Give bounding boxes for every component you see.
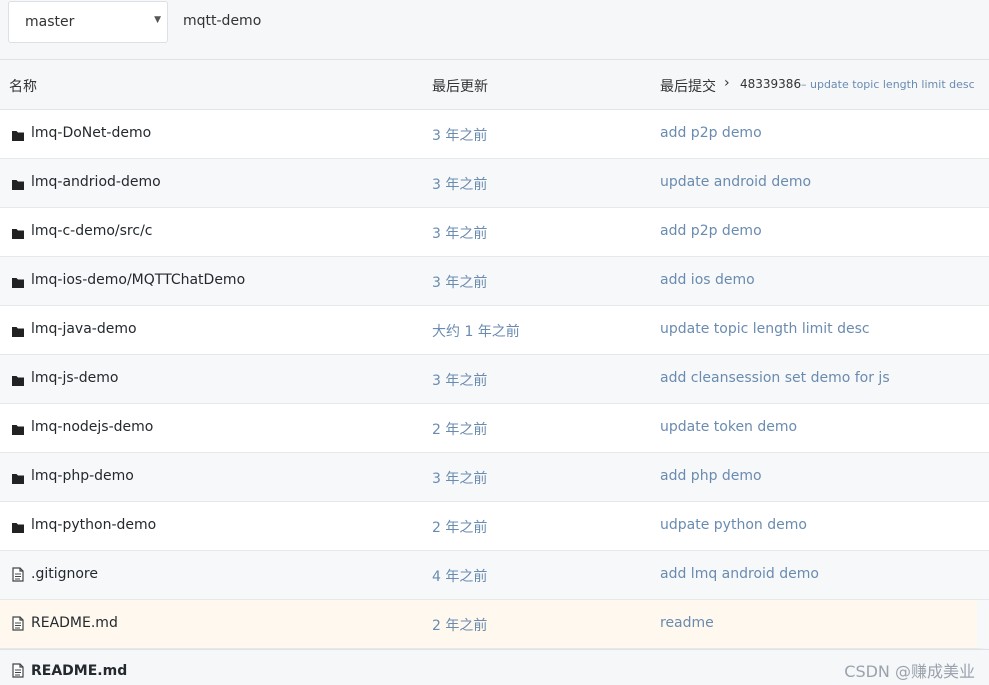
file-updated: 2 年之前 [432,618,488,634]
folder-icon [11,519,25,533]
file-updated: 3 年之前 [432,128,488,144]
file-name[interactable]: lmq-ios-demo/MQTTChatDemo [31,272,245,288]
header-commit: 最后提交 [660,79,716,95]
folder-icon [11,323,25,337]
file-name[interactable]: lmq-DoNet-demo [31,125,151,141]
table-row[interactable]: .gitignore 4 年之前 add lmq android demo [0,551,989,600]
file-updated: 3 年之前 [432,471,488,487]
file-commit-message[interactable]: update token demo [660,419,797,435]
repo-name[interactable]: mqtt-demo [183,13,261,29]
file-name[interactable]: lmq-java-demo [31,321,137,337]
file-updated: 3 年之前 [432,226,488,242]
chevron-right-icon: › [724,75,730,91]
file-updated: 3 年之前 [432,373,488,389]
table-header: 名称 最后更新 最后提交 › 48339386 – update topic l… [0,60,989,110]
file-name[interactable]: .gitignore [31,566,98,582]
file-list: lmq-DoNet-demo 3 年之前 add p2p demo lmq-an… [0,110,989,649]
file-icon [11,663,25,678]
top-bar: master ▼ mqtt-demo [0,0,989,60]
folder-icon [11,470,25,484]
file-name[interactable]: lmq-js-demo [31,370,118,386]
table-row[interactable]: lmq-nodejs-demo 2 年之前 update token demo [0,404,989,453]
table-row[interactable]: lmq-andriod-demo 3 年之前 update android de… [0,159,989,208]
file-name[interactable]: lmq-c-demo/src/c [31,223,153,239]
file-commit-message[interactable]: add p2p demo [660,125,762,141]
branch-label: master [25,14,75,30]
file-commit-message[interactable]: update topic length limit desc [660,321,870,337]
file-commit-message[interactable]: readme [660,615,714,631]
table-row[interactable]: lmq-DoNet-demo 3 年之前 add p2p demo [0,110,989,159]
table-row[interactable]: lmq-php-demo 3 年之前 add php demo [0,453,989,502]
folder-icon [11,225,25,239]
header-name: 名称 [9,79,37,95]
table-row[interactable]: lmq-ios-demo/MQTTChatDemo 3 年之前 add ios … [0,257,989,306]
file-commit-message[interactable]: update android demo [660,174,811,190]
folder-icon [11,274,25,288]
file-name[interactable]: README.md [31,615,118,631]
table-row[interactable]: lmq-java-demo 大约 1 年之前 update topic leng… [0,306,989,355]
folder-icon [11,176,25,190]
file-name[interactable]: lmq-php-demo [31,468,134,484]
table-row[interactable]: lmq-python-demo 2 年之前 udpate python demo [0,502,989,551]
table-row[interactable]: lmq-js-demo 3 年之前 add cleansession set d… [0,355,989,404]
watermark: CSDN @赚成美业 [844,662,975,681]
file-updated: 2 年之前 [432,520,488,536]
last-commit-sha[interactable]: 48339386 [740,77,801,91]
file-name[interactable]: lmq-andriod-demo [31,174,161,190]
file-commit-message[interactable]: add ios demo [660,272,755,288]
file-updated: 大约 1 年之前 [432,324,520,340]
chevron-down-icon: ▼ [154,15,161,25]
file-updated: 3 年之前 [432,275,488,291]
last-commit-message[interactable]: – update topic length limit desc [801,78,975,91]
file-updated: 4 年之前 [432,569,488,585]
file-commit-message[interactable]: add cleansession set demo for js [660,370,890,386]
file-name[interactable]: lmq-python-demo [31,517,156,533]
file-commit-message[interactable]: udpate python demo [660,517,807,533]
file-updated: 3 年之前 [432,177,488,193]
file-icon [11,567,25,582]
table-row[interactable]: README.md 2 年之前 readme [0,600,989,649]
file-name[interactable]: lmq-nodejs-demo [31,419,153,435]
readme-title: README.md [31,663,128,679]
folder-icon [11,127,25,141]
file-commit-message[interactable]: add lmq android demo [660,566,819,582]
file-commit-message[interactable]: add php demo [660,468,762,484]
readme-header: README.md CSDN @赚成美业 [0,649,989,685]
branch-select[interactable]: master ▼ [8,1,168,43]
table-row[interactable]: lmq-c-demo/src/c 3 年之前 add p2p demo [0,208,989,257]
folder-icon [11,372,25,386]
header-updated: 最后更新 [432,79,488,95]
file-icon [11,616,25,631]
file-updated: 2 年之前 [432,422,488,438]
folder-icon [11,421,25,435]
file-commit-message[interactable]: add p2p demo [660,223,762,239]
file-table: 名称 最后更新 最后提交 › 48339386 – update topic l… [0,60,989,649]
